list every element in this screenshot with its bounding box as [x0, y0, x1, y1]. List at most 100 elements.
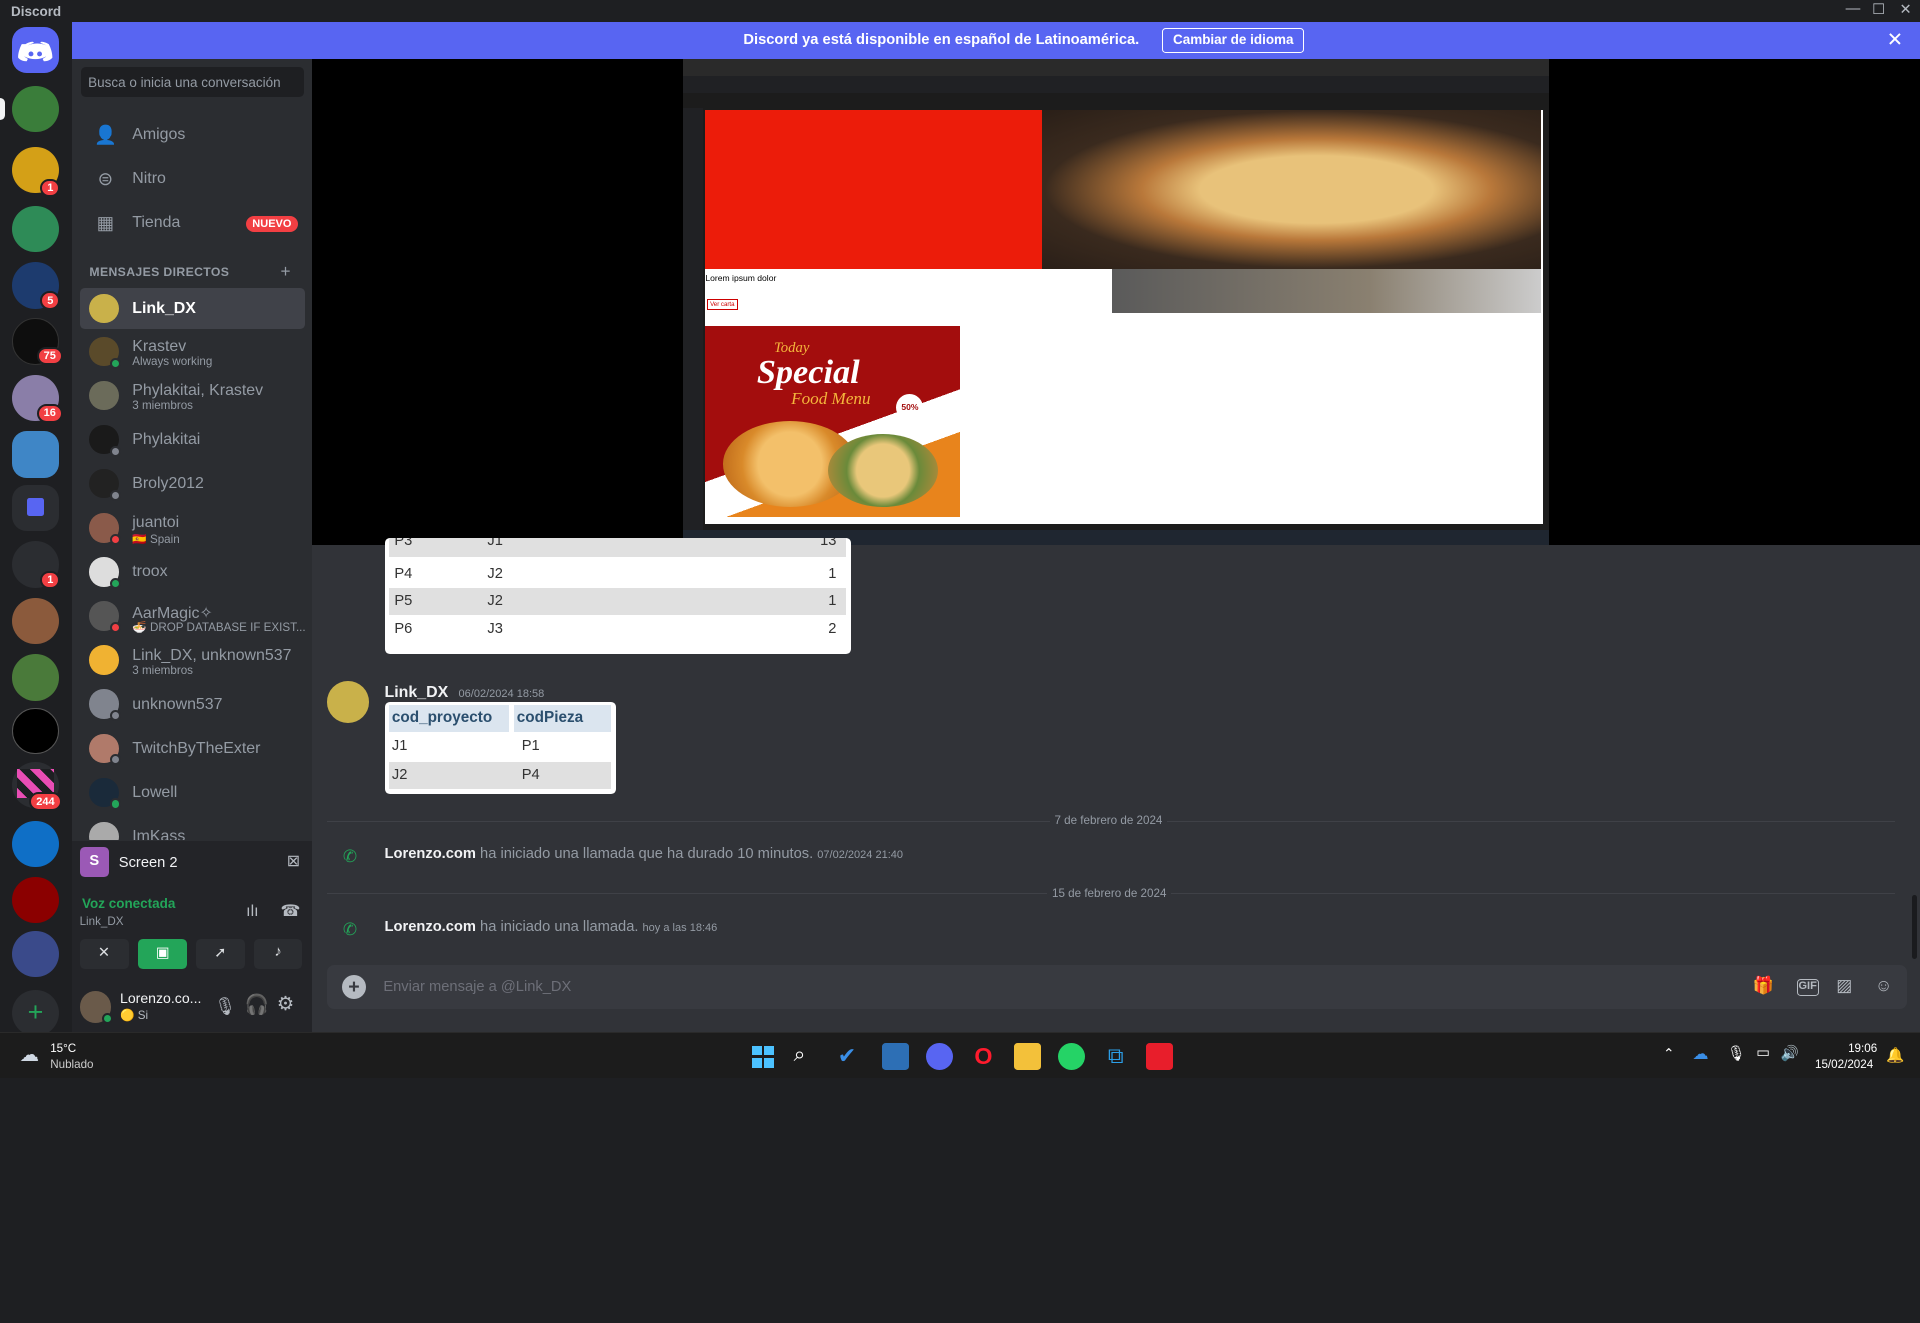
search-icon[interactable]: ⌕ [794, 1043, 821, 1070]
opera-browser-icon[interactable]: O [970, 1043, 997, 1070]
weather-desc[interactable]: Nublado [50, 1058, 93, 1071]
tray-chevron-icon[interactable]: ⌃ [1663, 1046, 1674, 1062]
message-header: Link_DX 06/02/2024 18:58 [385, 680, 545, 703]
close-banner-icon[interactable]: ✕ [1887, 28, 1903, 52]
message-input[interactable]: Enviar mensaje a @Link_DX [383, 979, 571, 995]
camera-off-icon[interactable]: ✕ [79, 939, 129, 969]
gif-icon[interactable]: GIF [1796, 978, 1819, 996]
gift-icon[interactable]: 🎁 [1750, 975, 1777, 999]
notification-bell-icon[interactable]: 🔔 [1886, 1046, 1904, 1064]
voice-panel: S Screen 2 ⊠ Voz conectada Link_DX ılı ☎… [72, 841, 313, 1033]
dm-item[interactable]: Phylakitai, Krastev 3 miembros [80, 375, 305, 417]
avatar [89, 380, 119, 411]
call-text: ha iniciado una llamada que ha durado 10… [475, 846, 814, 863]
noise-suppression-icon[interactable]: ılı [246, 903, 258, 921]
screen-share-icon[interactable]: ▣ [138, 939, 188, 969]
server-avatar[interactable] [12, 431, 59, 478]
activity-icon[interactable]: ➚ [195, 939, 245, 969]
stop-stream-icon[interactable]: ⊠ [287, 851, 300, 871]
headphones-icon[interactable]: 🎧 [245, 993, 269, 1017]
weather-icon[interactable]: ☁ [20, 1043, 40, 1067]
status-online-icon [110, 798, 122, 810]
microphone-icon[interactable]: 🎙 [214, 996, 236, 1017]
clock-time[interactable]: 19:06 [1848, 1042, 1877, 1055]
file-explorer-icon[interactable] [1014, 1043, 1041, 1071]
folder-icon[interactable] [12, 484, 59, 532]
whatsapp-icon[interactable] [1058, 1043, 1086, 1071]
stream-viewer[interactable]: Lorem ipsum dolor Ver carta Today Specia… [312, 58, 1920, 545]
dm-item[interactable]: juantoi 🇪🇸 Spain [80, 507, 305, 549]
dm-name: Broly2012 [132, 475, 204, 493]
onedrive-icon[interactable]: ☁ [1693, 1044, 1709, 1064]
message-timestamp: 06/02/2024 18:58 [458, 687, 545, 700]
discord-taskbar-icon[interactable] [925, 1043, 953, 1071]
server-avatar[interactable] [12, 205, 59, 253]
mic-tray-icon[interactable]: 🎙 [1727, 1044, 1746, 1062]
status-online-icon [110, 357, 122, 369]
close-window-button[interactable]: ✕ [1891, 1, 1920, 18]
dm-item[interactable]: Broly2012 [80, 463, 305, 505]
dm-name: troox [132, 563, 168, 581]
volume-icon[interactable]: 🔊 [1781, 1044, 1799, 1062]
scrollbar-thumb[interactable] [1911, 895, 1917, 959]
message-author[interactable]: Link_DX [385, 684, 449, 701]
add-server-icon[interactable]: + [12, 989, 59, 1037]
change-language-button[interactable]: Cambiar de idioma [1162, 28, 1305, 53]
window-titlebar: Discord — ☐ ✕ [0, 0, 1920, 23]
disconnect-icon[interactable]: ☎ [280, 901, 300, 921]
emoji-icon[interactable]: ☺ [1870, 975, 1897, 999]
screen-share-item[interactable]: S Screen 2 ⊠ [79, 846, 305, 878]
page-text: Lorem ipsum dolor [705, 273, 777, 284]
maximize-button[interactable]: ☐ [1864, 1, 1893, 18]
attach-plus-icon[interactable]: + [341, 974, 367, 1000]
dm-item[interactable]: Phylakitai [80, 419, 305, 461]
server-avatar[interactable] [12, 597, 59, 645]
caller-name[interactable]: Lorenzo.com [385, 846, 476, 862]
sticker-icon[interactable]: ▨ [1831, 975, 1858, 999]
dm-item[interactable]: unknown537 [80, 683, 305, 725]
dm-item[interactable]: ImKass [80, 816, 305, 841]
table-cell: 2 [828, 620, 837, 637]
windows-start-icon[interactable] [750, 1043, 777, 1070]
create-dm-icon[interactable]: + [280, 261, 290, 282]
server-avatar[interactable] [12, 820, 59, 868]
clock-date[interactable]: 15/02/2024 [1815, 1058, 1873, 1071]
caller-name[interactable]: Lorenzo.com [385, 919, 476, 935]
call-text: ha iniciado una llamada. [475, 918, 639, 935]
server-avatar[interactable] [12, 707, 59, 755]
server-avatar[interactable] [12, 876, 59, 924]
network-icon[interactable]: ▭ [1756, 1044, 1770, 1061]
search-input[interactable]: Busca o inicia una conversación [80, 67, 304, 97]
dm-item[interactable]: TwitchByTheExter [80, 727, 305, 769]
server-badge: 1 [40, 178, 61, 198]
todo-app-icon[interactable]: ✔ [838, 1043, 865, 1070]
vscode-icon[interactable]: ⧉ [1102, 1043, 1129, 1070]
adobe-app-icon[interactable] [1146, 1043, 1174, 1071]
nav-nitro[interactable]: ⊜ Nitro [80, 158, 305, 200]
settings-gear-icon[interactable]: ⚙ [277, 992, 295, 1016]
server-avatar[interactable] [12, 85, 59, 133]
promo-badge: 50% [896, 394, 924, 422]
dm-item[interactable]: Link_DX, unknown537 3 miembros [80, 639, 305, 681]
table-row: P6 J3 2 [389, 616, 846, 643]
discord-home-icon[interactable] [12, 26, 59, 74]
nav-friends[interactable]: 👤 Amigos [80, 114, 305, 156]
server-avatar[interactable] [12, 653, 59, 701]
soundboard-icon[interactable]: ♪ [253, 939, 303, 969]
message-composer[interactable]: + Enviar mensaje a @Link_DX 🎁 GIF ▨ ☺ [326, 965, 1907, 1010]
dm-name: Lowell [132, 783, 178, 801]
dm-item[interactable]: AarMagic✧ 🍜 DROP DATABASE IF EXIST... [80, 595, 306, 637]
table-row: J2 P4 [389, 761, 612, 789]
calendar-app-icon[interactable] [881, 1043, 909, 1071]
server-selected-indicator [0, 97, 5, 120]
dm-item[interactable]: Lowell [80, 772, 305, 814]
dm-item[interactable]: Krastev Always working [80, 331, 305, 373]
message-avatar[interactable] [326, 680, 369, 723]
weather-temp[interactable]: 15°C [50, 1042, 76, 1055]
voice-channel: Link_DX [79, 914, 124, 928]
nav-shop[interactable]: ▦ Tienda NUEVO [80, 202, 305, 244]
dm-item[interactable]: troox [80, 551, 305, 593]
server-avatar[interactable] [12, 930, 59, 978]
dm-item[interactable]: Link_DX [79, 287, 305, 330]
date-divider-label: 7 de febrero de 2024 [1049, 814, 1168, 828]
